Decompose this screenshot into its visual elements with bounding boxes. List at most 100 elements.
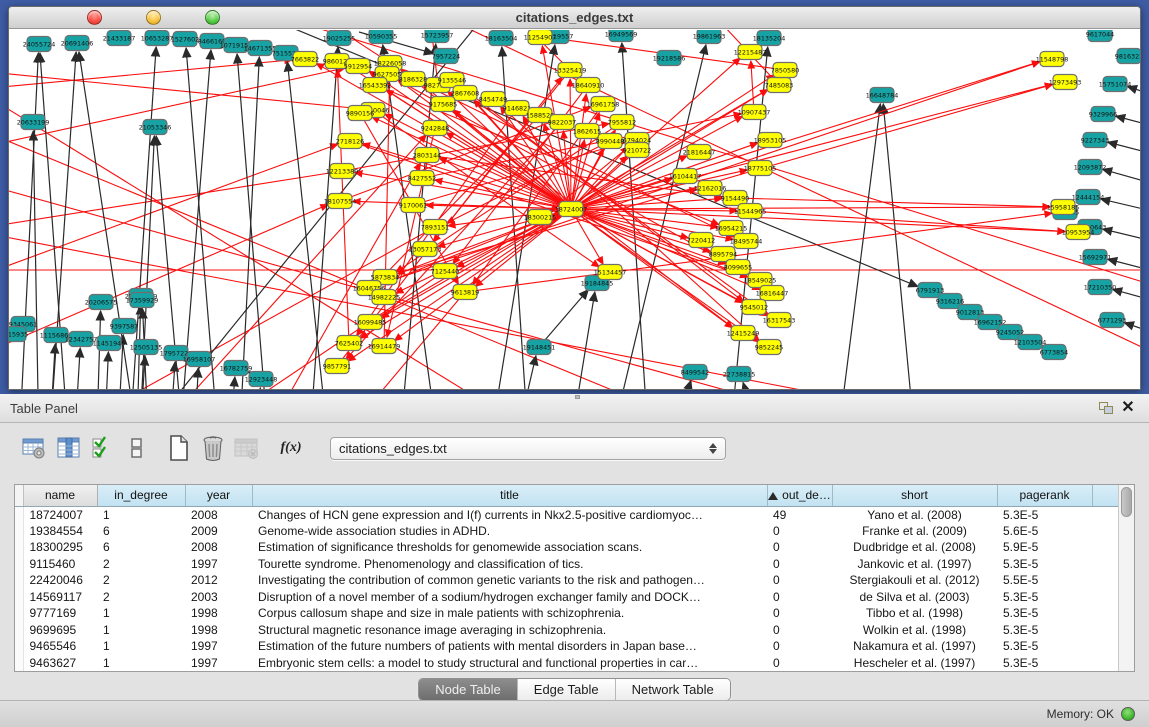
column-header-title[interactable]: title: [252, 485, 767, 506]
selected-node[interactable]: 9210722: [623, 143, 651, 158]
selected-node[interactable]: 7625402: [335, 336, 363, 351]
selected-node[interactable]: 9613819: [451, 285, 479, 300]
citation-network-graph[interactable]: 2405572420691406214331871065328715276028…: [9, 30, 1141, 390]
column-header-short[interactable]: short: [832, 485, 997, 506]
selected-node[interactable]: 7955812: [608, 115, 636, 130]
node[interactable]: 16782759: [220, 361, 253, 376]
node[interactable]: 12444154: [1072, 190, 1105, 205]
panel-drag-handle[interactable]: [575, 395, 580, 399]
selected-node[interactable]: 16543392: [359, 78, 392, 93]
selected-node[interactable]: 12215487: [734, 45, 767, 60]
selected-node[interactable]: 7125440: [431, 264, 459, 279]
selected-node[interactable]: 11254907: [524, 30, 557, 45]
selected-node[interactable]: 16104417: [669, 169, 702, 184]
selected-node[interactable]: 18724007: [555, 202, 588, 217]
selected-node[interactable]: 8099655: [724, 260, 752, 275]
selected-node[interactable]: 2718126: [336, 134, 364, 149]
node[interactable]: 19218586: [653, 51, 686, 66]
node[interactable]: 18135204: [753, 31, 786, 46]
selected-node[interactable]: 9170061: [399, 198, 427, 213]
tab-node-table[interactable]: Node Table: [419, 679, 517, 700]
selected-node[interactable]: 7220412: [687, 233, 715, 248]
selected-node[interactable]: 8427552: [408, 171, 436, 186]
selected-node[interactable]: 12213389: [326, 164, 359, 179]
selected-node[interactable]: 18300215: [524, 210, 557, 225]
selected-node[interactable]: 10907437: [738, 105, 771, 120]
selected-node[interactable]: 13325419: [554, 63, 587, 78]
node[interactable]: 16958107: [183, 352, 216, 367]
node[interactable]: 10590355: [365, 30, 398, 44]
scrollbar-thumb[interactable]: [1121, 487, 1132, 517]
node[interactable]: 15751074: [1099, 77, 1132, 92]
node[interactable]: 20633199: [17, 115, 50, 130]
tab-edge-table[interactable]: Edge Table: [517, 679, 615, 700]
show-columns-button[interactable]: [54, 434, 84, 462]
node[interactable]: 19025255: [323, 31, 356, 46]
table-row[interactable]: 1456911722003Disruption of a novel membe…: [15, 589, 1118, 606]
selected-node[interactable]: 9242848: [421, 121, 449, 136]
selected-node[interactable]: 12415249: [727, 326, 760, 341]
node[interactable]: 6773854: [1040, 345, 1068, 360]
node[interactable]: 17210350: [1084, 280, 1117, 295]
selected-node[interactable]: 1862615: [573, 124, 601, 139]
selected-node[interactable]: 9852245: [755, 340, 783, 355]
table-row[interactable]: 2242004622012Investigating the contribut…: [15, 572, 1118, 589]
selected-node[interactable]: 12162016: [694, 181, 727, 196]
selected-node[interactable]: 9890156: [346, 106, 374, 121]
selected-node[interactable]: 16099485: [354, 315, 387, 330]
close-window-button[interactable]: [87, 10, 102, 25]
selected-node[interactable]: 9545012: [740, 300, 768, 315]
table-row[interactable]: 946554611997Estimation of the future num…: [15, 638, 1118, 655]
table-vertical-scrollbar[interactable]: [1118, 485, 1134, 671]
zoom-window-button[interactable]: [205, 10, 220, 25]
tab-network-table[interactable]: Network Table: [615, 679, 730, 700]
table-row[interactable]: 1872400712008Changes of HCN gene express…: [15, 506, 1118, 523]
table-row[interactable]: 946362711997Embryonic stem cells: a mode…: [15, 655, 1118, 672]
selected-node[interactable]: 7893151: [421, 220, 449, 235]
selected-node[interactable]: 7663822: [291, 52, 319, 67]
selected-node[interactable]: 18953105: [754, 133, 787, 148]
selected-node[interactable]: 15958185: [1047, 200, 1080, 215]
selected-node[interactable]: 21816447: [683, 145, 716, 160]
delete-rows-button[interactable]: [198, 434, 228, 462]
node[interactable]: 3915935: [9, 327, 28, 342]
node[interactable]: 9617044: [1086, 30, 1114, 42]
delete-table-button[interactable]: [232, 434, 262, 462]
function-builder-button[interactable]: f(x): [276, 434, 306, 462]
network-view-canvas[interactable]: 2405572420691406214331871065328715276028…: [9, 30, 1140, 389]
node[interactable]: 20691406: [61, 36, 94, 51]
node[interactable]: 18163504: [485, 31, 518, 46]
node[interactable]: 12923448: [245, 372, 278, 387]
selected-node[interactable]: 14982225: [368, 290, 401, 305]
node[interactable]: 22738815: [723, 367, 756, 382]
selected-node[interactable]: 9857791: [323, 359, 351, 374]
selected-node[interactable]: 18640910: [572, 78, 605, 93]
node[interactable]: 21433187: [103, 31, 136, 46]
table-row[interactable]: 1830029562008Estimation of significance …: [15, 539, 1118, 556]
selected-node[interactable]: 11548798: [1036, 52, 1069, 67]
selected-node[interactable]: 8990448: [596, 134, 624, 149]
node[interactable]: 15692971: [1079, 250, 1112, 265]
selected-node[interactable]: 16317543: [763, 313, 796, 328]
node[interactable]: 9816323: [1115, 49, 1141, 64]
close-panel-button[interactable]: ✕: [1117, 398, 1139, 418]
selected-node[interactable]: 5912954: [344, 59, 372, 74]
selected-node[interactable]: 18495744: [730, 234, 763, 249]
selected-node[interactable]: 18775105: [744, 161, 777, 176]
table-row[interactable]: 1938455462009Genome-wide association stu…: [15, 523, 1118, 540]
selected-node[interactable]: 18107554: [324, 194, 357, 209]
selected-node[interactable]: 2803144: [413, 148, 441, 163]
selected-node[interactable]: 16816447: [756, 286, 789, 301]
table-row[interactable]: 977716911998Corpus callosum shape and si…: [15, 605, 1118, 622]
node[interactable]: 9329966: [1089, 107, 1117, 122]
selected-node[interactable]: 10953954: [1062, 225, 1095, 240]
float-panel-button[interactable]: [1095, 398, 1117, 418]
selected-node[interactable]: 7485083: [765, 78, 793, 93]
network-window-titlebar[interactable]: citations_edges.txt: [9, 7, 1140, 29]
selected-node[interactable]: 2867608: [451, 86, 479, 101]
column-header-out-degree[interactable]: out_de…: [767, 485, 832, 506]
node[interactable]: 16949569: [605, 30, 638, 42]
selected-node[interactable]: 11544965: [734, 204, 767, 219]
selected-node[interactable]: 15134457: [594, 265, 627, 280]
table-row[interactable]: 911546021997Tourette syndrome. Phenomeno…: [15, 556, 1118, 573]
